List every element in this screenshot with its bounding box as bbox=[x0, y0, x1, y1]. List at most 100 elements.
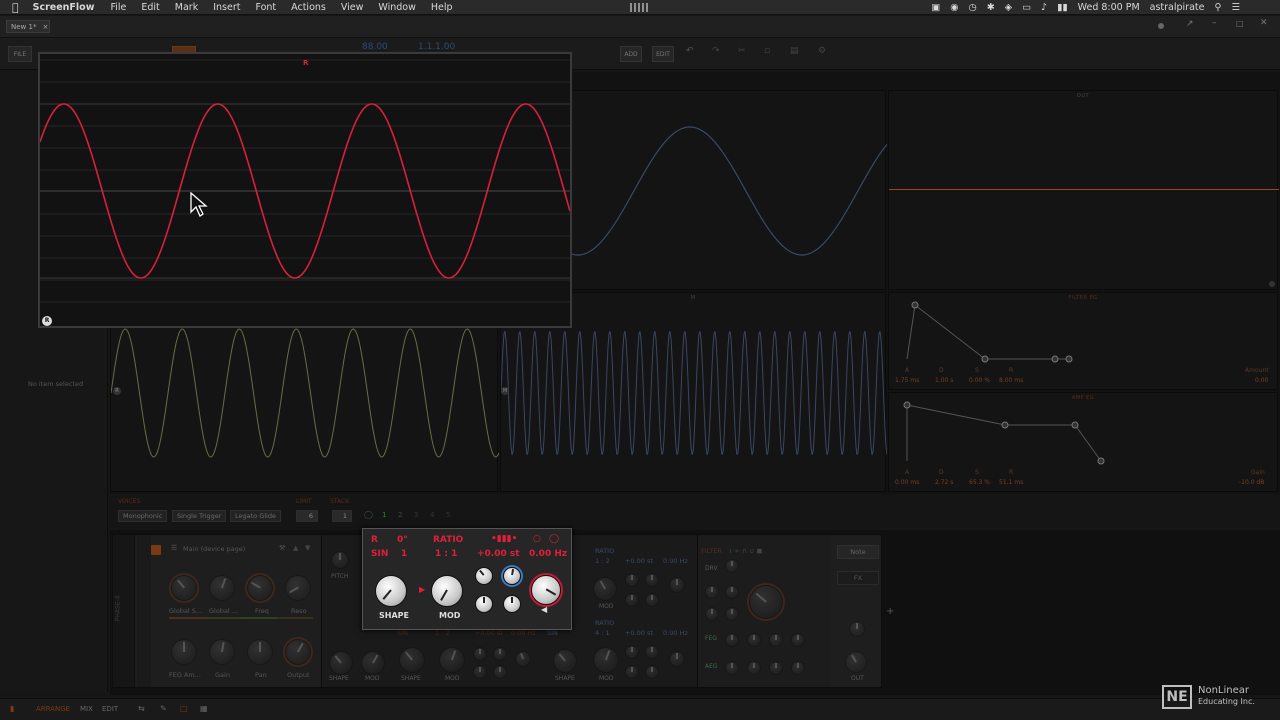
gain-knob[interactable] bbox=[209, 639, 235, 665]
op-b-hz-value[interactable]: 0.00 Hz bbox=[511, 629, 536, 637]
amp-eg-r-value[interactable]: 51.1 ms bbox=[999, 479, 1023, 486]
menu-view[interactable]: View bbox=[341, 2, 364, 13]
op-d-small-knob-1[interactable] bbox=[625, 645, 639, 659]
preset-name[interactable]: Main (device page) bbox=[183, 545, 245, 553]
pitch-knob[interactable] bbox=[331, 551, 349, 569]
undo-icon[interactable]: ↶ bbox=[686, 46, 694, 56]
osc-link-icon[interactable]: ◯ bbox=[549, 534, 559, 544]
osc-ratio-value[interactable]: 1 : 1 bbox=[435, 549, 457, 559]
cut-icon[interactable]: ✂ bbox=[738, 46, 746, 56]
filter-reso-knob[interactable] bbox=[705, 585, 719, 599]
op-b-small-knob-5[interactable] bbox=[515, 651, 531, 667]
osc-sin-value[interactable]: 1 bbox=[401, 549, 407, 559]
osc-small-knob-2[interactable] bbox=[503, 567, 521, 585]
op-d-mod-knob[interactable] bbox=[593, 647, 619, 673]
record-dot-icon[interactable] bbox=[1158, 23, 1164, 29]
op-d-hz-value[interactable]: 0.00 Hz bbox=[663, 629, 688, 637]
monophonic-button[interactable]: Monophonic bbox=[118, 510, 168, 522]
maximize-icon[interactable]: □ bbox=[1236, 19, 1244, 28]
wrench-icon[interactable]: ⚒ bbox=[279, 544, 285, 552]
single-trigger-button[interactable]: Single Trigger bbox=[172, 510, 227, 522]
op-c-hz-value[interactable]: 0.00 Hz bbox=[663, 557, 688, 565]
legato-glide-button[interactable]: Legato Glide bbox=[230, 510, 281, 522]
filter-eg-amount-value[interactable]: 0.00 bbox=[1255, 377, 1268, 384]
menu-help[interactable]: Help bbox=[431, 2, 453, 13]
drv-knob[interactable] bbox=[725, 559, 739, 573]
op-c-shape-knob[interactable] bbox=[593, 577, 617, 601]
filter-mod-knob-2[interactable] bbox=[725, 607, 739, 621]
stack-option-1[interactable]: 1 bbox=[382, 511, 386, 519]
menu-file[interactable]: File bbox=[110, 2, 126, 13]
out-width-knob[interactable] bbox=[849, 621, 865, 637]
op-d-small-knob-4[interactable] bbox=[645, 665, 659, 679]
clock[interactable]: Wed 8:00 PM bbox=[1078, 2, 1140, 13]
osc-waveform-icon[interactable]: •▮▮▮• bbox=[491, 534, 517, 544]
op-c-small-knob-2[interactable] bbox=[645, 573, 659, 587]
redo-icon[interactable]: ↷ bbox=[712, 46, 720, 56]
menu-insert[interactable]: Insert bbox=[213, 2, 240, 13]
osc-shape-knob[interactable] bbox=[375, 575, 407, 607]
stack-option-3[interactable]: 3 bbox=[414, 511, 418, 519]
op-a-mod-knob[interactable] bbox=[361, 651, 385, 675]
osc-small-knob-3[interactable] bbox=[475, 595, 493, 613]
settings-icon[interactable]: ⚙ bbox=[818, 46, 826, 56]
op-c-st-value[interactable]: +0.00 st bbox=[625, 557, 653, 565]
stack-option-4[interactable]: 4 bbox=[430, 511, 434, 519]
filter-eg-s-value[interactable]: 0.00 % bbox=[969, 377, 990, 384]
filter-type-icons[interactable]: ≀ ≁ ∩ ∪ ◼ bbox=[729, 547, 762, 555]
scope-bottom-marker[interactable]: R bbox=[42, 316, 52, 326]
menu-mark[interactable]: Mark bbox=[175, 2, 198, 13]
op-d-ratio-value[interactable]: 4 : 1 bbox=[595, 629, 610, 637]
global-knob[interactable] bbox=[209, 575, 235, 601]
paste-icon[interactable]: ▤ bbox=[790, 46, 799, 56]
osc-speaker-icon[interactable]: ◀ bbox=[541, 605, 547, 614]
mix-tab[interactable]: MIX bbox=[80, 705, 93, 713]
bottom-left-icon[interactable]: ▮ bbox=[10, 704, 14, 713]
op-c-small-knob-4[interactable] bbox=[645, 593, 659, 607]
menu-font[interactable]: Font bbox=[255, 2, 276, 13]
note-tab[interactable]: Note bbox=[837, 545, 879, 559]
page-up-icon[interactable]: ▲ bbox=[293, 544, 298, 552]
project-tab[interactable]: New 1* × bbox=[6, 20, 50, 33]
osc-mod-knob[interactable] bbox=[431, 575, 463, 607]
scope-top-marker[interactable]: R bbox=[303, 59, 308, 67]
amp-eg-s-value[interactable]: 65.3 % bbox=[969, 479, 990, 486]
out-level-knob[interactable] bbox=[845, 651, 867, 673]
aeg-d-knob[interactable] bbox=[747, 661, 761, 675]
menu-edit[interactable]: Edit bbox=[141, 2, 159, 13]
osc-reset-icon[interactable]: ○ bbox=[533, 534, 541, 544]
osc-small-knob-1[interactable] bbox=[475, 567, 493, 585]
bluetooth-icon[interactable]: ✱ bbox=[987, 2, 995, 13]
filter-eg-r-value[interactable]: 8.00 ms bbox=[999, 377, 1023, 384]
amp-eg-d-value[interactable]: 2.72 s bbox=[935, 479, 953, 486]
page-down-icon[interactable]: ▼ bbox=[305, 544, 310, 552]
airplay-icon[interactable]: ▭ bbox=[1022, 2, 1031, 13]
aeg-r-knob[interactable] bbox=[791, 661, 805, 675]
amp-eg-panel[interactable]: AMP EG A D S R 0.00 ms 2.72 s 65.3 % 51.… bbox=[888, 392, 1278, 492]
stack-option-2[interactable]: 2 bbox=[398, 511, 402, 519]
aeg-s-knob[interactable] bbox=[769, 661, 783, 675]
keyboard-icon[interactable]: ▦ bbox=[200, 704, 208, 713]
device-power-icon[interactable] bbox=[151, 545, 161, 555]
op-c-small-knob-3[interactable] bbox=[625, 593, 639, 607]
out-scroll-handle[interactable] bbox=[1269, 281, 1275, 287]
filter-key-knob[interactable] bbox=[725, 585, 739, 599]
voice-limit-field[interactable]: 6 bbox=[296, 510, 318, 522]
preset-menu-icon[interactable]: ☰ bbox=[171, 544, 177, 552]
b-icon[interactable]: ◉ bbox=[950, 2, 958, 13]
stack-link-icon[interactable]: ◯ bbox=[364, 510, 373, 519]
osc-hz-value[interactable]: 0.00 Hz bbox=[529, 549, 567, 559]
menu-window[interactable]: Window bbox=[378, 2, 415, 13]
fx-tab[interactable]: FX bbox=[837, 571, 879, 585]
op-d-st-value[interactable]: +0.00 st bbox=[625, 629, 653, 637]
notification-icon[interactable]: ☰ bbox=[1231, 2, 1240, 13]
filter-eg-a-value[interactable]: 1.75 ms bbox=[895, 377, 919, 384]
osc-r-marker[interactable]: R bbox=[113, 387, 121, 395]
feg-r-knob[interactable] bbox=[791, 633, 805, 647]
window-close-icon[interactable]: ✕ bbox=[1260, 18, 1268, 28]
amp-eg-a-value[interactable]: 0.00 ms bbox=[895, 479, 919, 486]
pencil-icon[interactable]: ✎ bbox=[160, 704, 167, 713]
edit-button[interactable]: EDIT bbox=[652, 46, 674, 62]
osc-m-marker[interactable]: M bbox=[501, 387, 509, 395]
osc-level-knob[interactable] bbox=[531, 575, 561, 605]
